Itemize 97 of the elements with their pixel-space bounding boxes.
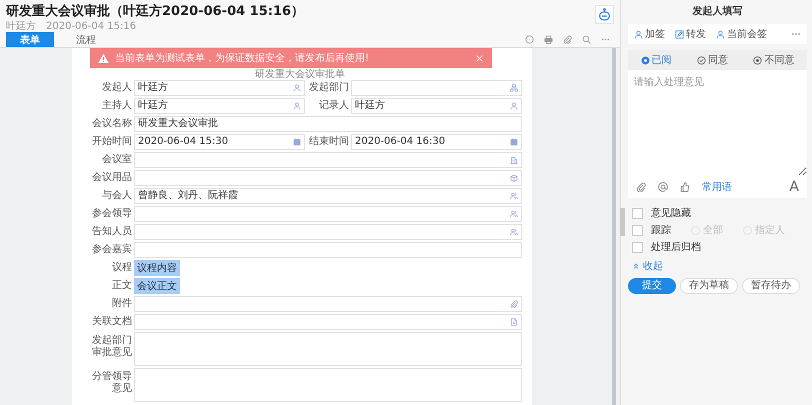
person-icon[interactable] <box>293 84 301 92</box>
building-icon[interactable] <box>510 156 518 164</box>
input-field[interactable] <box>134 206 522 222</box>
checkbox-label: 意见隐藏 <box>651 206 691 220</box>
person-icon[interactable] <box>510 102 518 110</box>
close-icon[interactable] <box>475 54 484 62</box>
input-field[interactable]: 曾静良、刘丹、阮祥霞 <box>134 188 522 204</box>
person-icon[interactable] <box>293 102 301 110</box>
field-label: 附件 <box>111 297 132 311</box>
checkbox-label: 处理后归档 <box>651 240 701 254</box>
people-icon[interactable] <box>510 210 518 218</box>
person-icon <box>634 30 643 38</box>
action-button[interactable]: 提交 <box>628 278 676 294</box>
opinion-option[interactable]: 同意 <box>696 53 728 67</box>
people-icon[interactable] <box>510 192 518 200</box>
action-button[interactable]: 暂存待办 <box>742 278 800 294</box>
field-label: 发起部门审批意见 <box>91 334 132 360</box>
field-label: 主持人 <box>101 98 132 113</box>
field-label: 发起人 <box>101 80 132 95</box>
comment-field[interactable]: 请输入处理意见 <box>628 70 807 176</box>
tab[interactable]: 表单 <box>6 32 54 47</box>
field-label: 正文 <box>111 278 132 293</box>
collapse-link[interactable]: 收起 <box>628 259 663 273</box>
input-field[interactable]: 叶廷方 <box>134 98 305 114</box>
field-label: 与会人 <box>101 188 132 203</box>
input-field[interactable] <box>134 224 522 240</box>
scrollbar[interactable] <box>612 48 616 405</box>
field-label: 告知人员 <box>91 224 132 239</box>
checkbox-label: 跟踪 <box>651 224 671 237</box>
input-field[interactable]: 2020-06-04 15:30 <box>134 134 305 150</box>
page-title: 研发重大会议审批（叶廷方2020-06-04 15:16） <box>6 3 304 20</box>
input-field[interactable]: 研发重大会议审批 <box>134 116 522 132</box>
radio-icon <box>753 56 762 64</box>
robot-icon[interactable] <box>595 5 614 24</box>
edit-icon <box>675 30 684 38</box>
opinion-option[interactable]: 已阅 <box>640 53 672 67</box>
author-name: 叶廷方 <box>6 21 36 32</box>
checkbox[interactable] <box>632 242 643 252</box>
warning-icon <box>98 52 109 64</box>
comment-icon[interactable] <box>525 35 534 44</box>
paperclip-icon[interactable] <box>563 35 572 44</box>
form-title: 研发重大会议审批单 <box>254 69 346 80</box>
person-icon <box>716 30 725 38</box>
field-label: 议程 <box>111 260 132 275</box>
opinion-option[interactable]: 不同意 <box>753 53 794 67</box>
field-label: 结束时间 <box>308 134 349 149</box>
field-label: 会议用品 <box>91 170 132 185</box>
field-label: 参会领导 <box>91 206 132 221</box>
calendar-icon[interactable] <box>510 138 518 146</box>
input-field[interactable]: 2020-06-04 16:30 <box>351 134 522 150</box>
field-label: 开始时间 <box>91 134 132 149</box>
input-field[interactable] <box>134 242 522 258</box>
action-button[interactable]: 存为草稿 <box>680 278 738 294</box>
paperclip-icon[interactable] <box>510 300 518 308</box>
link-button[interactable]: 议程内容 <box>134 260 180 276</box>
paperclip-icon[interactable] <box>636 182 646 192</box>
input-field[interactable] <box>351 80 522 96</box>
font-button[interactable]: A <box>789 179 799 195</box>
created-time: 2020-06-04 15:16 <box>46 21 136 32</box>
double-chevron-up-icon <box>632 262 640 270</box>
box-icon[interactable] <box>510 174 518 182</box>
tab[interactable]: 流程 <box>62 32 110 47</box>
text-area[interactable] <box>134 332 522 366</box>
field-label: 关联文档 <box>91 314 132 329</box>
search-icon[interactable] <box>582 35 591 44</box>
thumbs-up-icon[interactable] <box>680 182 690 192</box>
input-field[interactable] <box>134 170 522 186</box>
input-field[interactable]: 叶廷方 <box>134 80 305 96</box>
checkbox[interactable] <box>632 208 643 218</box>
org-chart-icon[interactable] <box>510 84 518 92</box>
alert-message: 当前表单为测试表单，为保证数据安全，请发布后再使用! <box>115 52 370 65</box>
action-button[interactable]: 转发 <box>675 27 706 41</box>
action-button[interactable]: 加签 <box>634 27 665 41</box>
calendar-icon[interactable] <box>293 138 301 146</box>
input-field[interactable] <box>134 314 522 330</box>
checkbox[interactable] <box>632 224 643 236</box>
field-label: 分管领导意见 <box>91 370 132 396</box>
document-icon[interactable] <box>510 318 518 326</box>
field-label: 参会嘉宾 <box>91 242 132 257</box>
radio-icon <box>640 56 650 64</box>
print-icon[interactable] <box>544 35 553 44</box>
people-icon[interactable] <box>510 228 518 236</box>
input-field[interactable] <box>134 152 522 168</box>
input-field[interactable]: 叶廷方 <box>351 98 522 114</box>
text-area[interactable] <box>134 368 522 402</box>
field-label: 会议室 <box>101 152 132 167</box>
phrases-link[interactable]: 常用语 <box>702 180 732 194</box>
field-label: 记录人 <box>318 99 349 113</box>
field-label: 会议名称 <box>91 116 132 131</box>
input-field[interactable] <box>134 296 522 312</box>
field-label: 发起部门 <box>308 80 349 95</box>
link-button[interactable]: 会议正文 <box>134 278 180 294</box>
collapse-handle[interactable] <box>620 208 625 236</box>
panel-title: 发起人填写 <box>691 4 744 19</box>
action-button[interactable]: 当前会签 <box>716 27 767 41</box>
mention-icon[interactable] <box>658 182 668 192</box>
check-circle-icon <box>696 56 706 64</box>
